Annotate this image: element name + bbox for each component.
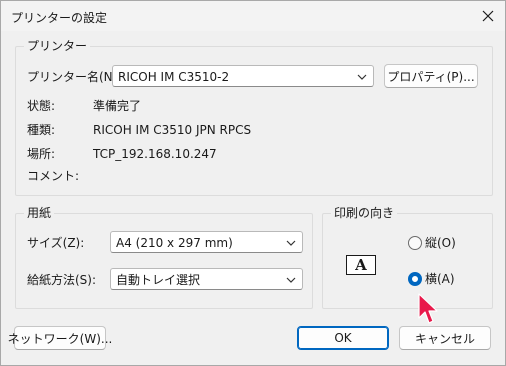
paper-source-select[interactable]: 自動トレイ選択 <box>110 268 303 290</box>
network-button[interactable]: ネットワーク(W)... <box>8 326 112 350</box>
paper-size-value: A4 (210 x 297 mm) <box>116 236 233 250</box>
location-label: 場所: <box>27 147 56 161</box>
paper-source-label: 給紙方法(S): <box>27 273 97 287</box>
landscape-radio[interactable] <box>408 272 422 286</box>
printer-name-value: RICOH IM C3510-2 <box>118 70 230 84</box>
chevron-down-icon <box>357 74 367 80</box>
mouse-pointer-icon <box>418 293 438 324</box>
printer-name-select[interactable]: RICOH IM C3510-2 <box>112 65 374 87</box>
printer-group-label: プリンター <box>24 38 91 54</box>
ok-button[interactable]: OK <box>297 326 389 350</box>
paper-size-label: サイズ(Z): <box>27 236 85 250</box>
landscape-label[interactable]: 横(A) <box>425 271 455 287</box>
chevron-down-icon <box>286 240 296 246</box>
paper-source-value: 自動トレイ選択 <box>116 273 201 287</box>
paper-group: 用紙 <box>15 205 313 309</box>
orientation-group-label: 印刷の向き <box>331 205 398 221</box>
properties-button[interactable]: プロパティ(P)... <box>384 64 478 88</box>
portrait-label[interactable]: 縦(O) <box>425 235 456 251</box>
status-value: 準備完了 <box>93 99 142 113</box>
comment-label: コメント: <box>27 169 80 183</box>
location-value: TCP_192.168.10.247 <box>93 147 217 161</box>
type-value: RICOH IM C3510 JPN RPCS <box>93 123 252 137</box>
paper-size-select[interactable]: A4 (210 x 297 mm) <box>110 231 303 253</box>
title-bar: プリンターの設定 <box>1 1 505 31</box>
chevron-down-icon <box>286 277 296 283</box>
printer-name-label: プリンター名(N): <box>27 70 122 84</box>
paper-group-label: 用紙 <box>24 205 55 221</box>
close-button[interactable] <box>475 3 501 29</box>
portrait-radio[interactable] <box>408 236 422 250</box>
printer-setup-dialog: プリンターの設定 プリンター プリンター名(N): RICOH IM C3510… <box>0 0 506 366</box>
close-icon <box>482 10 494 22</box>
cancel-button[interactable]: キャンセル <box>399 326 491 350</box>
dialog-title: プリンターの設定 <box>11 11 108 25</box>
orientation-preview-icon: A <box>346 255 376 275</box>
status-label: 状態: <box>27 99 56 113</box>
type-label: 種類: <box>27 123 56 137</box>
orientation-preview-letter: A <box>355 256 367 274</box>
